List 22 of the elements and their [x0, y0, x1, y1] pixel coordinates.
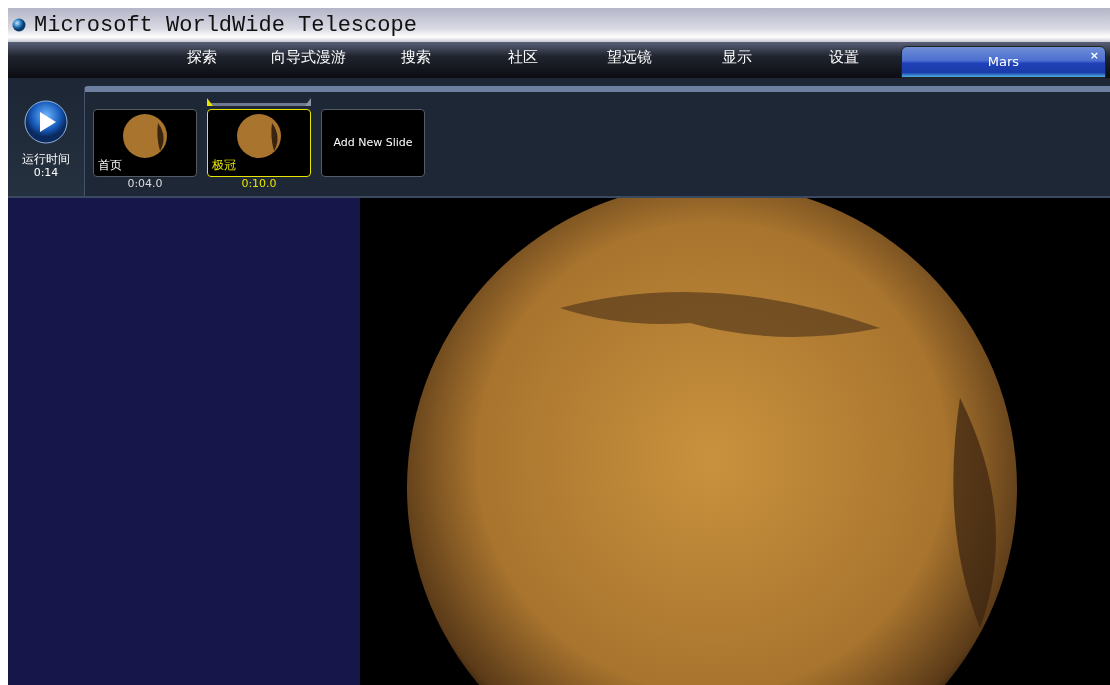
play-icon[interactable] — [24, 100, 68, 144]
slide-thumbnail[interactable]: 首页 — [93, 109, 197, 177]
menu-tab[interactable]: 搜索 — [362, 42, 469, 78]
slide-duration: 0:04.0 — [127, 178, 163, 191]
timeline-marker[interactable] — [207, 98, 311, 106]
menu-tab[interactable]: 显示 — [683, 42, 790, 78]
menu-tab[interactable]: 望远镜 — [576, 42, 683, 78]
menu-tab[interactable]: Mars × — [901, 46, 1106, 78]
planet-thumbnail — [120, 113, 170, 159]
menu-tab[interactable]: 社区 — [469, 42, 576, 78]
slide-duration: 0:10.0 — [241, 178, 277, 191]
run-time-label: 运行时间 — [22, 152, 70, 167]
menu-tab[interactable]: 向导式漫游 — [255, 42, 362, 78]
globe-icon — [12, 18, 26, 32]
run-time-value: 0:14 — [33, 166, 59, 180]
menu-tab[interactable]: 探索 — [148, 42, 255, 78]
planet-thumbnail — [234, 113, 284, 159]
slide-thumbnail[interactable]: 极冠 — [207, 109, 311, 177]
close-tab-button[interactable]: × — [1089, 48, 1099, 65]
window-title: Microsoft WorldWide Telescope — [34, 11, 417, 40]
menu-tab[interactable]: 设置 — [790, 42, 897, 78]
add-slide-button[interactable]: Add New Slide — [321, 109, 425, 177]
